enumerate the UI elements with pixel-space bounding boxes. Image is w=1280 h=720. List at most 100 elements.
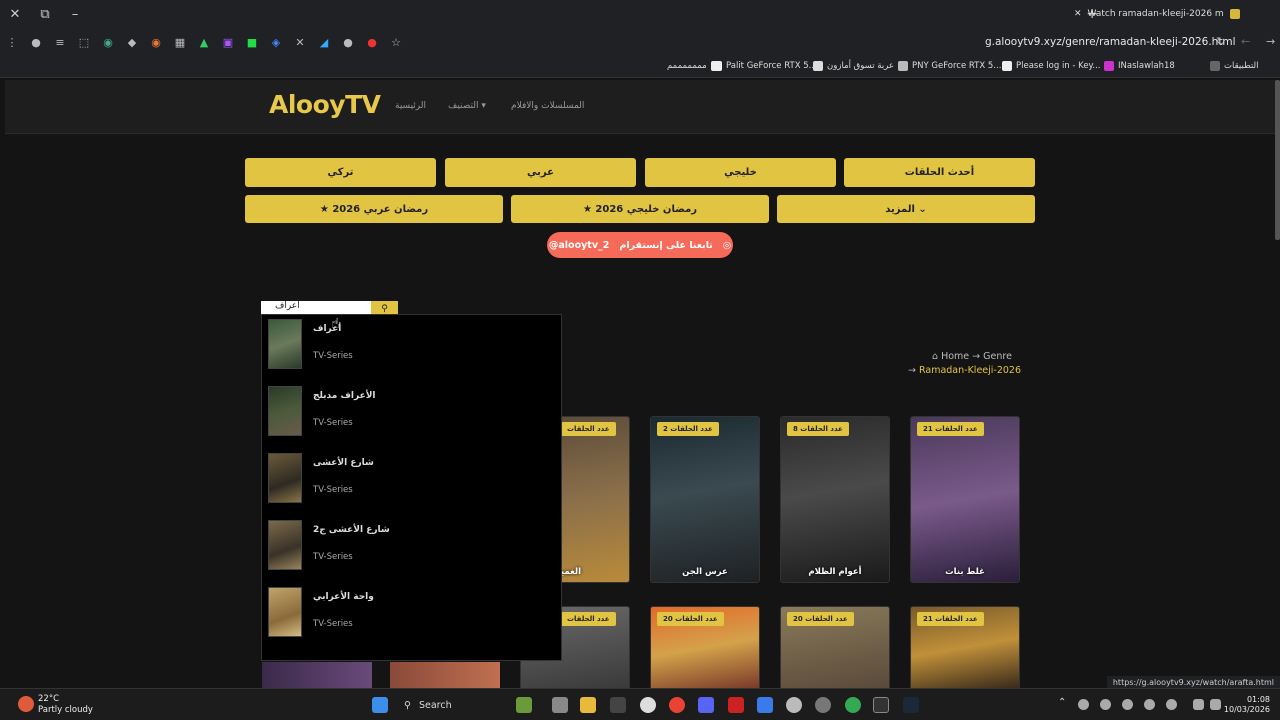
series-card[interactable]: عدد الحلقات 2 عرس الجن	[650, 416, 760, 583]
nav-series-movies[interactable]: المسلسلات والافلام	[511, 101, 584, 111]
tray-icon[interactable]	[1122, 699, 1133, 710]
menu-icon[interactable]: ⋮	[0, 28, 24, 56]
forward-icon[interactable]: ←	[1241, 35, 1250, 48]
search-result-item[interactable]: شارع الأعشى TV-Series	[262, 449, 562, 509]
browser-titlebar: ✕ ⧉ – + ✕ Watch ramadan-kleeji-2026 m	[0, 0, 1280, 28]
app-icon[interactable]	[786, 697, 802, 713]
nav-categories[interactable]: التصنيف ▾	[448, 101, 486, 111]
terminal-icon[interactable]	[873, 697, 889, 713]
close-tab-icon[interactable]: ✕	[1074, 9, 1082, 19]
bookmark-item[interactable]: PNY GeForce RTX 5...	[898, 61, 1001, 71]
extension-icon[interactable]: ▲	[192, 28, 216, 56]
chrome-icon[interactable]	[669, 697, 685, 713]
series-card[interactable]: عدد الحلقات 8 أعوام الظلام	[780, 416, 890, 583]
result-title: شارع الأعشى ج2	[313, 525, 390, 535]
tray-icon[interactable]	[1144, 699, 1155, 710]
extension-icon[interactable]: ⬚	[72, 28, 96, 56]
filter-icon[interactable]: ≡	[48, 28, 72, 56]
site-header: AlooyTV الرئيسية التصنيف ▾ المسلسلات وال…	[5, 80, 1275, 134]
extension-icon[interactable]: ●	[360, 28, 384, 56]
breadcrumb: ⌂ Home → Genre	[932, 351, 1012, 362]
ramadan-gulf-button[interactable]: ★ رمضان خليجي 2026	[511, 195, 769, 223]
extension-icon[interactable]: ◆	[120, 28, 144, 56]
series-card[interactable]: عدد الحلقات 20	[650, 606, 760, 688]
tray-chevron-icon[interactable]: ⌃	[1058, 697, 1066, 708]
nav-home[interactable]: الرئيسية	[395, 101, 426, 111]
search-result-item[interactable]: شارع الأعشى ج2 TV-Series	[262, 516, 562, 576]
extension-icon[interactable]: ◢	[312, 28, 336, 56]
instagram-follow-button[interactable]: @alooytv_2 تابعنا على إنستقرام ◎	[547, 232, 733, 258]
bookmark-item[interactable]: مممممممم	[667, 61, 721, 71]
extension-icon[interactable]: ▣	[216, 28, 240, 56]
task-view-icon[interactable]	[552, 697, 568, 713]
start-icon[interactable]	[372, 697, 388, 713]
network-icon[interactable]	[1193, 699, 1204, 710]
breadcrumb-genre[interactable]: Genre	[983, 351, 1012, 362]
settings-icon[interactable]	[640, 697, 656, 713]
profile-icon[interactable]: ●	[24, 28, 48, 56]
search-result-item[interactable]: الأعراف مدبلج TV-Series	[262, 382, 562, 442]
series-card[interactable]: عدد الحلقات 21 غلط بنات	[910, 416, 1020, 583]
address-bar-url[interactable]: g.alooytv9.xyz/genre/ramadan-kleeji-2026…	[985, 36, 1236, 48]
site-logo[interactable]: AlooyTV	[269, 90, 381, 119]
app-icon[interactable]	[757, 697, 773, 713]
partial-poster[interactable]	[390, 662, 500, 688]
weather-widget[interactable]: 22°C Partly cloudy	[18, 694, 93, 716]
partial-poster[interactable]	[262, 662, 372, 688]
instagram-label: تابعنا على إنستقرام	[619, 239, 713, 251]
clock[interactable]: 01:08 10/03/2026	[1224, 695, 1270, 715]
discord-icon[interactable]	[698, 697, 714, 713]
mute-icon[interactable]: ✕	[288, 28, 312, 56]
ramadan-arabic-button[interactable]: ★ رمضان عربي 2026	[245, 195, 503, 223]
volume-icon[interactable]	[1210, 699, 1221, 710]
breadcrumb-current[interactable]: Ramadan-Kleeji-2026	[919, 365, 1021, 376]
search-result-item[interactable]: واحة الأعرابي TV-Series	[262, 583, 562, 643]
widgets-icon[interactable]	[516, 697, 532, 713]
tab-switch-icon[interactable]: ⧉	[30, 0, 60, 28]
category-latest-button[interactable]: أحدث الحلقات	[844, 158, 1035, 187]
tray-icon[interactable]	[1100, 699, 1111, 710]
result-thumbnail	[268, 587, 302, 637]
app-icon[interactable]	[610, 697, 626, 713]
tray-icon[interactable]	[1078, 699, 1089, 710]
series-card[interactable]: عدد الحلقات 20	[780, 606, 890, 688]
home-icon: ⌂	[932, 351, 939, 362]
extension-icon[interactable]: ◈	[264, 28, 288, 56]
tray-icon[interactable]	[1166, 699, 1177, 710]
bookmark-item[interactable]: INaslawlah18	[1104, 61, 1175, 71]
reload-icon[interactable]: ↻	[1216, 35, 1225, 48]
series-title: عرس الجن	[682, 567, 728, 577]
app-icon[interactable]	[728, 697, 744, 713]
bookmark-star-icon[interactable]: ☆	[384, 28, 408, 56]
extension-icon[interactable]: ▦	[168, 28, 192, 56]
search-results-dropdown: أعراف TV-Series الأعراف مدبلج TV-Series …	[261, 314, 562, 661]
weather-icon	[18, 696, 34, 712]
category-turkish-button[interactable]: تركي	[245, 158, 436, 187]
page-scrollbar[interactable]	[1275, 80, 1280, 240]
episode-badge: عدد الحلقات 21	[917, 422, 984, 436]
category-arabic-button[interactable]: عربي	[445, 158, 636, 187]
chrome-active-icon[interactable]	[845, 697, 861, 713]
steam-icon[interactable]	[903, 697, 919, 713]
extension-icon[interactable]: ●	[336, 28, 360, 56]
series-card[interactable]: عدد الحلقات 21	[910, 606, 1020, 688]
app-icon[interactable]	[815, 697, 831, 713]
clock-time: 01:08	[1246, 695, 1270, 704]
bookmark-item[interactable]: عربة تسوق أمازون	[813, 61, 894, 71]
extension-icon[interactable]: ◉	[96, 28, 120, 56]
bookmark-item[interactable]: Please log in - Key...	[1002, 61, 1100, 71]
minimize-icon[interactable]: –	[60, 0, 90, 28]
file-explorer-icon[interactable]	[580, 697, 596, 713]
result-type: TV-Series	[313, 485, 353, 495]
breadcrumb-home[interactable]: Home	[941, 351, 969, 362]
extension-icon[interactable]: ■	[240, 28, 264, 56]
close-window-icon[interactable]: ✕	[0, 0, 30, 28]
search-result-item[interactable]: أعراف TV-Series	[262, 315, 562, 375]
back-icon[interactable]: →	[1266, 35, 1275, 48]
bookmark-item[interactable]: Palit GeForce RTX 5...	[712, 61, 817, 71]
extension-icon[interactable]: ◉	[144, 28, 168, 56]
active-tab[interactable]: ✕ Watch ramadan-kleeji-2026 m	[1068, 3, 1254, 25]
category-gulf-button[interactable]: خليجي	[645, 158, 836, 187]
more-button[interactable]: المزيد ⌄	[777, 195, 1035, 223]
bookmark-apps[interactable]: التطبيقات	[1210, 61, 1259, 71]
